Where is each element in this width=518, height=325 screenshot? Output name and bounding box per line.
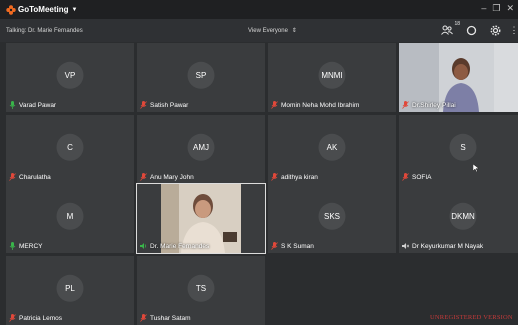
mic-muted-icon — [9, 314, 16, 322]
unregistered-watermark: UNREGISTERED VERSION — [430, 314, 513, 321]
participant-name: Charulatha — [19, 174, 51, 181]
mic-muted-icon — [140, 314, 147, 322]
avatar: PL — [57, 274, 84, 301]
minimize-icon[interactable]: – — [481, 3, 486, 14]
talking-indicator: Talking: Dr. Marie Fernandes — [6, 28, 83, 34]
mic-muted-icon — [9, 173, 16, 181]
avatar: M — [57, 202, 84, 229]
search-icon — [466, 25, 477, 36]
participant-name: Tushar Satam — [150, 315, 191, 322]
attendees-button[interactable]: 18 — [440, 23, 454, 37]
mic-on-icon — [9, 242, 16, 250]
view-selector[interactable]: View Everyone ⇕ — [248, 27, 297, 34]
participant-name: Patricia Lemos — [19, 315, 62, 322]
participant-tile[interactable]: MNMI Momin Neha Mohd Ibrahim — [268, 43, 396, 112]
title-bar: GoToMeeting ▼ – ❐ ✕ — [0, 0, 518, 19]
restore-icon[interactable]: ❐ — [492, 3, 500, 14]
mic-muted-icon — [271, 101, 278, 109]
avatar: AK — [319, 133, 346, 160]
gear-icon — [490, 25, 501, 36]
avatar: S — [450, 133, 477, 160]
participant-name: Dr Keyurkumar M Nayak — [412, 243, 483, 250]
avatar: SKS — [319, 202, 346, 229]
mic-muted-icon — [140, 101, 147, 109]
participant-name: Varad Pawar — [19, 102, 56, 109]
people-icon — [441, 25, 453, 35]
avatar: C — [57, 133, 84, 160]
avatar: MNMI — [319, 61, 346, 88]
avatar: DKMN — [450, 202, 477, 229]
speaker-active-icon — [140, 242, 147, 250]
participant-name: Momin Neha Mohd Ibrahim — [281, 102, 359, 109]
mic-muted-icon — [271, 242, 278, 250]
participant-tile[interactable]: AMJ Anu Mary John — [137, 115, 265, 184]
participant-name: Satish Pawar — [150, 102, 188, 109]
participant-tile[interactable]: PL Patricia Lemos — [6, 256, 134, 325]
participant-tile[interactable]: VP Varad Pawar — [6, 43, 134, 112]
participant-name: Dr.Shirley Pillai — [412, 102, 456, 109]
participant-tile-video-active[interactable]: Dr. Marie Fernandes — [137, 184, 265, 253]
mic-on-icon — [9, 101, 16, 109]
video-grid: VP Varad Pawar SP Satish Pawar MNMI Momi… — [6, 43, 518, 323]
participant-tile[interactable]: C Charulatha — [6, 115, 134, 184]
chevron-down-icon: ▼ — [72, 7, 78, 13]
participant-tile[interactable]: DKMN Dr Keyurkumar M Nayak — [399, 184, 518, 253]
avatar: AMJ — [188, 133, 215, 160]
participant-tile[interactable]: SP Satish Pawar — [137, 43, 265, 112]
participant-tile[interactable]: TS Tushar Satam — [137, 256, 265, 325]
avatar: SP — [188, 61, 215, 88]
participant-name: S K Suman — [281, 243, 314, 250]
settings-button[interactable] — [488, 23, 502, 37]
search-button[interactable] — [464, 23, 478, 37]
participant-tile[interactable]: AK adithya kiran — [268, 115, 396, 184]
attendee-count: 18 — [454, 21, 460, 27]
avatar: VP — [57, 61, 84, 88]
app-name: GoToMeeting — [18, 5, 69, 14]
participant-tile[interactable]: SKS S K Suman — [268, 184, 396, 253]
participant-name: Anu Mary John — [150, 174, 194, 181]
participant-tile[interactable]: S SOFIA — [399, 115, 518, 184]
mic-muted-icon — [271, 173, 278, 181]
participant-name: MERCY — [19, 243, 42, 250]
mic-muted-icon — [402, 101, 409, 109]
view-label: View Everyone — [248, 28, 288, 34]
participant-name: SOFIA — [412, 174, 432, 181]
mouse-cursor-icon — [473, 164, 479, 172]
meeting-toolbar: Talking: Dr. Marie Fernandes View Everyo… — [0, 19, 518, 42]
mic-muted-icon — [402, 173, 409, 181]
close-icon[interactable]: ✕ — [506, 3, 514, 14]
mic-muted-icon — [140, 173, 147, 181]
participant-tile[interactable]: M MERCY — [6, 184, 134, 253]
updown-chevron-icon: ⇕ — [292, 27, 297, 34]
more-vertical-icon: ⋮ — [510, 25, 518, 36]
app-menu[interactable]: GoToMeeting ▼ — [6, 5, 77, 15]
participant-name: adithya kiran — [281, 174, 318, 181]
gotomeeting-logo-icon — [6, 5, 16, 15]
more-options-button[interactable]: ⋮ — [512, 23, 516, 37]
speaker-muted-icon — [402, 242, 409, 250]
avatar: TS — [188, 274, 215, 301]
participant-name: Dr. Marie Fernandes — [150, 243, 209, 250]
participant-tile-video[interactable]: Dr.Shirley Pillai — [399, 43, 518, 112]
